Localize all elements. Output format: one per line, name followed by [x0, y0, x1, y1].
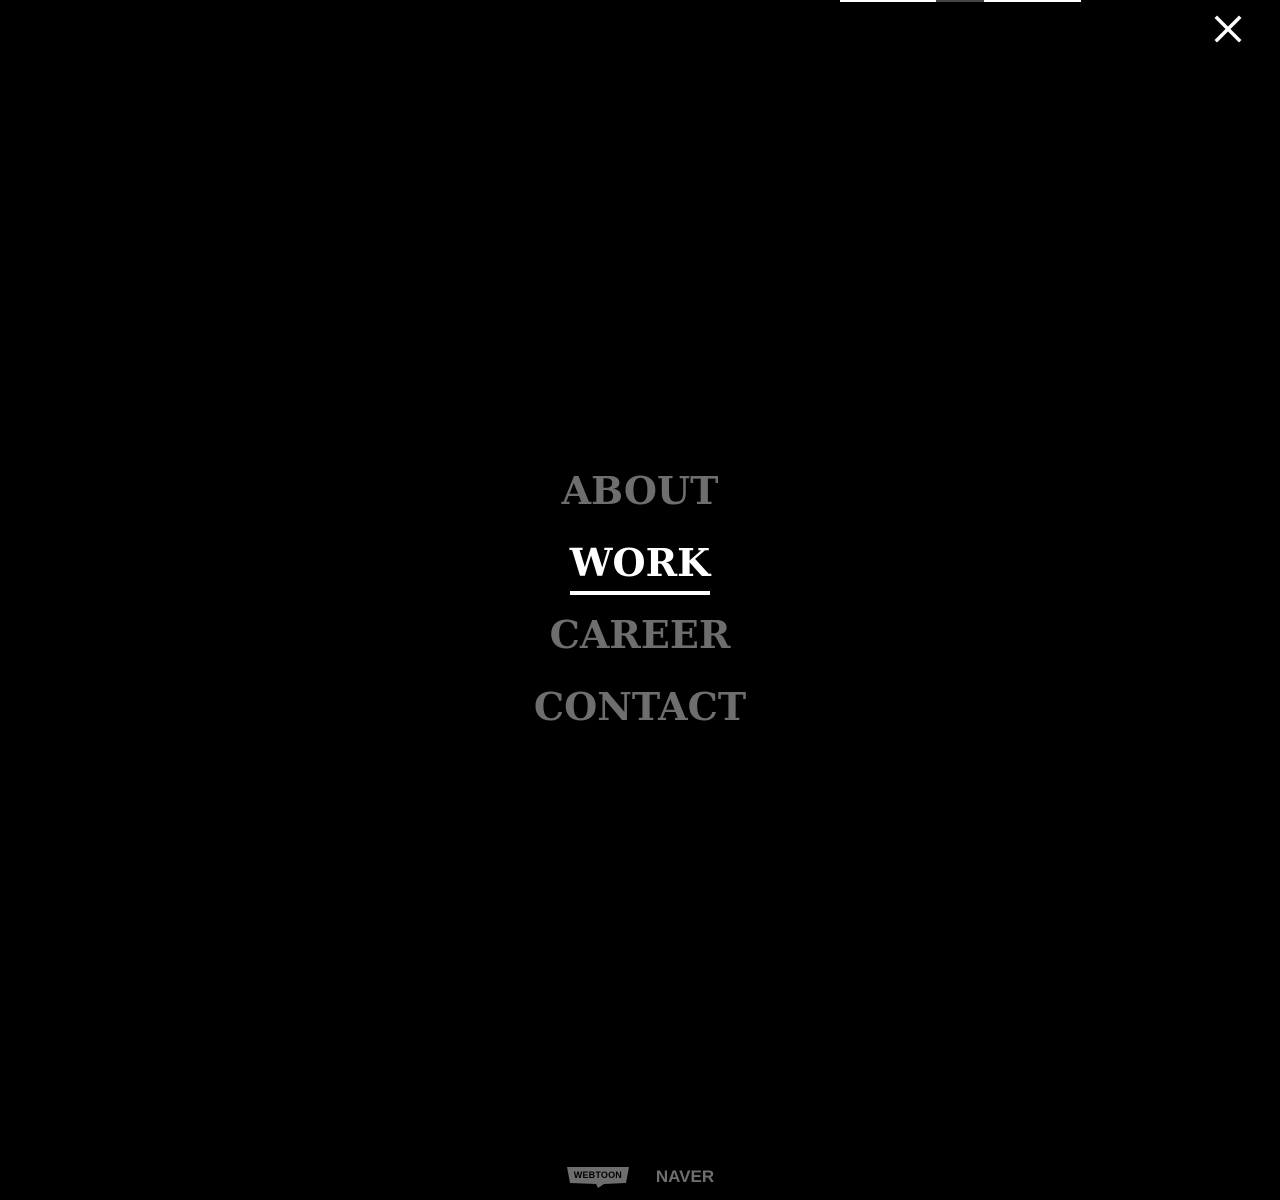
scroll-indicator-thumb	[936, 0, 984, 2]
nav-item-work: WORK	[0, 536, 1280, 608]
webtoon-logo-link[interactable]: WEBTOON	[566, 1165, 630, 1189]
scroll-indicator	[840, 0, 1081, 2]
close-button[interactable]	[1210, 12, 1246, 48]
menu-overlay: ABOUT WORK CAREER CONTACT WEBTOON NAVER	[0, 0, 1280, 1200]
nav-item-contact: CONTACT	[0, 680, 1280, 752]
webtoon-logo-text: WEBTOON	[573, 1170, 622, 1180]
nav-link-career[interactable]: CAREER	[550, 608, 731, 666]
nav-link-contact[interactable]: CONTACT	[534, 680, 746, 738]
webtoon-logo: WEBTOON	[566, 1165, 630, 1189]
close-icon	[1214, 15, 1242, 43]
main-navigation: ABOUT WORK CAREER CONTACT	[0, 464, 1280, 752]
nav-link-work[interactable]: WORK	[569, 536, 711, 595]
nav-item-about: ABOUT	[0, 464, 1280, 536]
naver-logo-link[interactable]: NAVER	[656, 1167, 714, 1187]
nav-item-career: CAREER	[0, 608, 1280, 680]
naver-logo: NAVER	[655, 1167, 715, 1186]
footer: WEBTOON NAVER	[0, 1162, 1280, 1192]
nav-link-about[interactable]: ABOUT	[562, 464, 719, 522]
